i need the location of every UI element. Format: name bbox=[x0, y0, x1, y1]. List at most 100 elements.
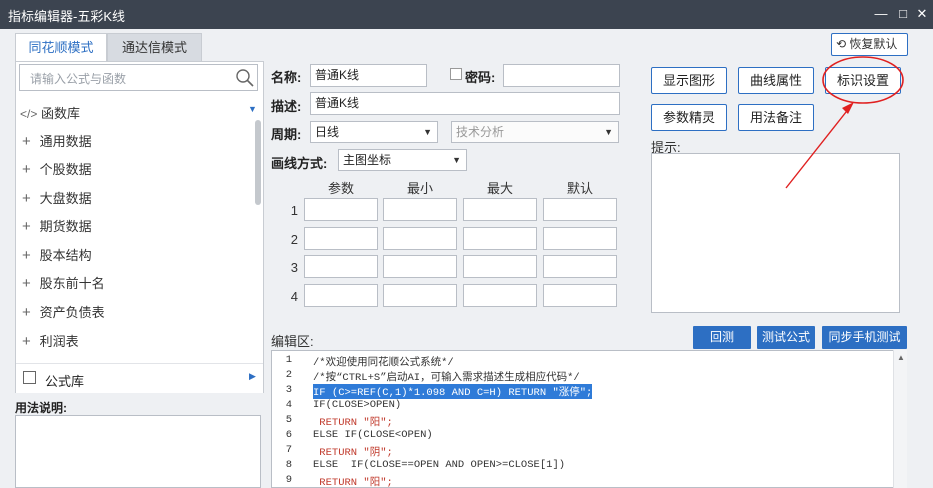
tree-item[interactable]: + 期货数据 bbox=[22, 216, 92, 235]
code-line[interactable]: ELSE IF(CLOSE==OPEN AND OPEN>=CLOSE[1]) bbox=[313, 459, 565, 471]
backtest-button[interactable]: 回测 bbox=[693, 326, 751, 349]
code-line[interactable]: RETURN "阴"; bbox=[313, 444, 393, 459]
code-line-selected[interactable]: IF (C>=REF(C,1)*1.098 AND C=H) RETURN "涨… bbox=[313, 384, 593, 399]
line-number: 2 bbox=[285, 369, 292, 381]
param-cell[interactable] bbox=[543, 284, 617, 307]
name-label: 名称: bbox=[271, 70, 302, 85]
param-wizard-button[interactable]: 参数精灵 bbox=[651, 104, 727, 131]
usage-label: 用法说明: bbox=[15, 401, 67, 415]
scroll-up-icon[interactable]: ▲ bbox=[897, 353, 905, 362]
chevron-down-icon: ▼ bbox=[423, 127, 432, 137]
code-line[interactable]: /*欢迎使用同花顺公式系统*/ bbox=[313, 354, 454, 369]
search-input[interactable]: 请输入公式与函数 bbox=[19, 64, 258, 91]
formula-library-label: 公式库 bbox=[45, 374, 85, 389]
line-number: 7 bbox=[285, 444, 292, 456]
draw-mode-label: 画线方式: bbox=[271, 156, 328, 171]
param-cell[interactable] bbox=[463, 255, 537, 278]
chevron-down-icon: ▼ bbox=[604, 127, 613, 137]
tree-item[interactable]: + 利润表 bbox=[22, 331, 79, 350]
tree-item-label: 期货数据 bbox=[39, 219, 92, 234]
period-select[interactable]: 日线 ▼ bbox=[310, 121, 438, 143]
code-editor[interactable]: 1 /*欢迎使用同花顺公式系统*/ 2 /*按“CTRL+S”启动AI，可输入需… bbox=[271, 350, 907, 488]
show-graph-button[interactable]: 显示图形 bbox=[651, 67, 727, 94]
param-row-number: 2 bbox=[290, 232, 298, 247]
param-cell[interactable] bbox=[383, 198, 457, 221]
param-cell[interactable] bbox=[463, 284, 537, 307]
name-input[interactable]: 普通K线 bbox=[310, 64, 427, 87]
restore-default-label: 恢复默认 bbox=[849, 37, 898, 51]
code-line[interactable]: /*按“CTRL+S”启动AI，可输入需求描述生成相应代码*/ bbox=[313, 369, 580, 384]
param-cell[interactable] bbox=[463, 227, 537, 250]
line-number: 6 bbox=[285, 429, 292, 441]
annotation-overlay bbox=[785, 56, 904, 189]
test-formula-button[interactable]: 测试公式 bbox=[757, 326, 815, 349]
annotation-arrowhead bbox=[842, 102, 854, 114]
param-cell[interactable] bbox=[304, 255, 378, 278]
annotation-arrow-line bbox=[785, 106, 851, 189]
password-label: 密码: bbox=[465, 70, 496, 85]
param-cell[interactable] bbox=[304, 198, 378, 221]
period-value: 日线 bbox=[315, 125, 340, 139]
draw-mode-select[interactable]: 主图坐标 ▼ bbox=[338, 149, 467, 171]
restore-default-button[interactable]: ⟲ 恢复默认 bbox=[831, 33, 908, 56]
param-header-min: 最小 bbox=[406, 181, 433, 196]
password-input[interactable] bbox=[503, 64, 620, 87]
param-cell[interactable] bbox=[543, 198, 617, 221]
code-line[interactable]: ELSE IF(CLOSE<OPEN) bbox=[313, 429, 433, 441]
param-cell[interactable] bbox=[304, 227, 378, 250]
param-cell[interactable] bbox=[543, 255, 617, 278]
formula-library-row[interactable]: 公式库 ▶ bbox=[16, 363, 263, 393]
maximize-button[interactable]: □ bbox=[895, 6, 911, 22]
tree-item[interactable]: + 大盘数据 bbox=[22, 188, 92, 207]
editor-scrollbar[interactable]: ▲ bbox=[893, 350, 907, 488]
period-label: 周期: bbox=[271, 127, 302, 142]
line-number: 9 bbox=[285, 474, 292, 486]
usage-section: 用法说明: bbox=[15, 397, 264, 488]
param-cell[interactable] bbox=[383, 227, 457, 250]
param-cell[interactable] bbox=[383, 284, 457, 307]
description-input[interactable]: 普通K线 bbox=[310, 92, 620, 115]
tree-root-collapse-icon[interactable]: ▼ bbox=[248, 104, 257, 114]
tree-item[interactable]: + 资产负债表 bbox=[22, 302, 105, 321]
param-cell[interactable] bbox=[463, 198, 537, 221]
plus-icon: + bbox=[22, 190, 31, 207]
code-line[interactable]: RETURN "阳"; bbox=[313, 474, 393, 487]
tab-ths-mode[interactable]: 同花顺模式 bbox=[15, 33, 107, 61]
plus-icon: + bbox=[22, 333, 31, 350]
chevron-right-icon[interactable]: ▶ bbox=[249, 371, 256, 382]
tree-item-label: 股本结构 bbox=[39, 248, 92, 263]
param-header-name: 参数 bbox=[327, 181, 354, 196]
minimize-button[interactable]: — bbox=[873, 6, 889, 22]
line-number: 4 bbox=[285, 399, 292, 411]
draw-mode-value: 主图坐标 bbox=[343, 153, 392, 167]
param-cell[interactable] bbox=[304, 284, 378, 307]
param-row-number: 4 bbox=[290, 289, 298, 304]
param-cell[interactable] bbox=[383, 255, 457, 278]
usage-textarea[interactable] bbox=[15, 415, 261, 488]
category-select[interactable]: 技术分析 ▼ bbox=[451, 121, 619, 143]
tree-item[interactable]: + 个股数据 bbox=[22, 159, 92, 178]
chevron-down-icon: ▼ bbox=[452, 155, 461, 165]
password-checkbox[interactable] bbox=[450, 68, 462, 80]
plus-icon: + bbox=[22, 133, 31, 150]
code-line[interactable]: RETURN "阳"; bbox=[313, 414, 393, 429]
plus-icon: + bbox=[22, 218, 31, 235]
param-header-max: 最大 bbox=[486, 181, 513, 196]
code-icon: </> bbox=[20, 107, 38, 121]
line-number: 5 bbox=[285, 414, 292, 426]
tree-item[interactable]: + 通用数据 bbox=[22, 131, 92, 150]
close-button[interactable]: ✕ bbox=[914, 6, 930, 22]
sync-mobile-test-button[interactable]: 同步手机测试 bbox=[822, 326, 907, 349]
tree-item-label: 资产负债表 bbox=[39, 305, 105, 320]
tab-tdx-mode[interactable]: 通达信模式 bbox=[107, 33, 202, 61]
search-icon[interactable] bbox=[235, 68, 255, 88]
tree-root-function-library[interactable]: </> 函数库 bbox=[20, 103, 80, 122]
code-line[interactable]: IF(CLOSE>OPEN) bbox=[313, 399, 401, 411]
tree-scrollbar[interactable] bbox=[255, 120, 261, 205]
tree-item[interactable]: + 股东前十名 bbox=[22, 273, 105, 292]
param-row-number: 3 bbox=[290, 260, 298, 275]
tree-item-label: 个股数据 bbox=[39, 162, 92, 177]
param-cell[interactable] bbox=[543, 227, 617, 250]
tree-item[interactable]: + 股本结构 bbox=[22, 245, 92, 264]
plus-icon: + bbox=[22, 304, 31, 321]
